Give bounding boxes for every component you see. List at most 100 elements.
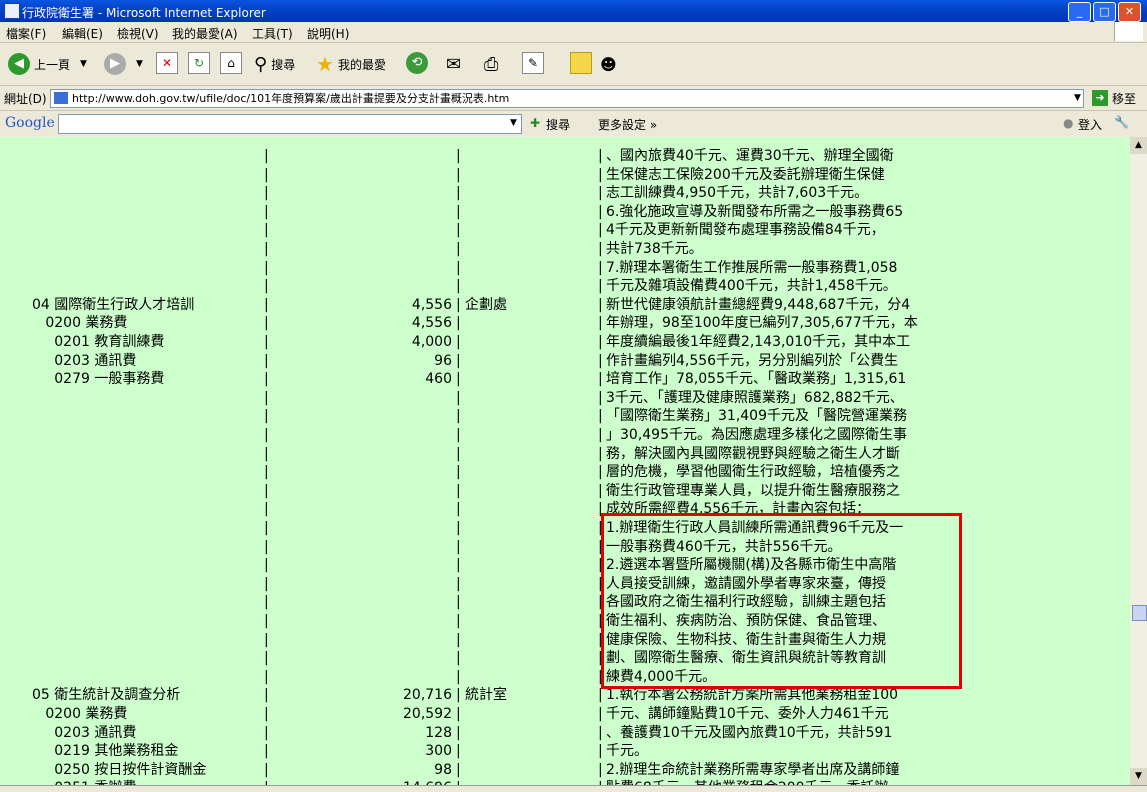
amount-cell: 98 (434, 761, 452, 778)
column-divider: | (456, 315, 461, 332)
column-divider: | (598, 408, 603, 425)
column-divider: | (264, 148, 269, 164)
address-dropdown-icon[interactable]: ▼ (1074, 93, 1081, 103)
menu-favorites[interactable]: 我的最愛(A) (172, 25, 238, 42)
home-icon[interactable]: ⌂ (220, 52, 242, 74)
column-divider: | (598, 241, 603, 257)
column-divider: | (456, 408, 461, 425)
dropdown-icon[interactable]: ▼ (136, 59, 143, 69)
column-divider: | (264, 241, 269, 257)
column-divider: | (598, 222, 603, 239)
column-divider: | (456, 371, 461, 388)
minimize-button[interactable]: _ (1068, 2, 1091, 22)
scroll-up-icon[interactable]: ▲ (1130, 137, 1147, 154)
google-search-icon: ✚ (530, 116, 541, 130)
description-cell: 千元。 (606, 743, 648, 760)
description-cell: 1.執行本署公務統計方案所需其他業務租金100 (606, 687, 899, 704)
column-divider: | (456, 482, 461, 499)
search-icon: ⚲ (254, 53, 268, 75)
column-divider: | (456, 427, 461, 443)
go-arrow-icon[interactable]: ➜ (1092, 90, 1108, 106)
google-search-button[interactable]: 搜尋 (546, 116, 570, 133)
address-input[interactable]: http://www.doh.gov.tw/ufile/doc/101年度預算案… (50, 89, 1084, 108)
messenger-icon[interactable]: ☻ (600, 52, 617, 76)
table-row: | | | 生保健志工保險200千元及委託辦理衛生保健 (0, 166, 1130, 184)
menu-edit[interactable]: 編輯(E) (62, 25, 103, 42)
column-divider: | (264, 650, 269, 667)
column-divider: | (264, 315, 269, 332)
table-row: 0201 教育訓練費 | 4,000 | | 年度續編最後1年經費2,143,010千元，… (0, 333, 1130, 351)
google-search-input[interactable] (58, 114, 522, 134)
column-divider: | (598, 296, 603, 313)
description-cell: 層的危機，學習他國衛生行政經驗，培植優秀之 (606, 464, 900, 481)
go-button[interactable]: 移至 (1112, 90, 1136, 107)
scroll-thumb[interactable] (1132, 605, 1147, 621)
column-divider: | (598, 185, 603, 202)
column-divider: | (264, 482, 269, 499)
menu-view[interactable]: 檢視(V) (117, 25, 159, 42)
search-button[interactable]: ⚲ 搜尋 (254, 52, 295, 76)
column-divider: | (264, 296, 269, 313)
table-row: 0203 通訊費 | 128 | | 、養護費10千元及國內旅費10千元，共計591 (0, 724, 1130, 742)
column-divider: | (264, 464, 269, 481)
menu-tools[interactable]: 工具(T) (252, 25, 293, 42)
column-divider: | (456, 296, 461, 313)
highlight-box (601, 513, 962, 689)
table-row: 0203 通訊費 | 96 | | 作計畫編列4,556千元，另分別編列於「公費生 (0, 352, 1130, 370)
table-row: 0200 業務費 | 20,592 | | 千元、講師鐘點費10千元、委外人力461千元 (0, 705, 1130, 723)
column-divider: | (264, 408, 269, 425)
refresh-icon[interactable]: ↻ (188, 52, 210, 74)
more-settings-button[interactable]: 更多設定 » (598, 116, 657, 133)
description-cell: 6.強化施政宣導及新聞發布所需之一般事務費65 (606, 203, 904, 220)
description-cell: 3千元、「護理及健康照護業務」682,882千元、 (606, 389, 904, 406)
column-divider: | (456, 352, 461, 369)
scroll-down-icon[interactable]: ▼ (1130, 768, 1147, 785)
description-cell: 培育工作」78,055千元、「醫政業務」1,315,61 (606, 371, 907, 388)
description-cell: 生保健志工保險200千元及委託辦理衛生保健 (606, 166, 885, 183)
column-divider: | (264, 520, 269, 536)
menu-help[interactable]: 說明(H) (307, 25, 349, 42)
column-divider: | (598, 371, 603, 388)
forward-button[interactable]: ▶ ▼ (104, 52, 143, 76)
signin-button[interactable]: 登入 (1078, 116, 1102, 133)
menu-file[interactable]: 檔案(F) (6, 25, 46, 42)
toolbar: ◀ 上一頁 ▼ ▶ ▼ ✕ ↻ ⌂ ⚲ 搜尋 ★ 我的最愛 ⟲ ✉ ⎙ ✎ ☻ (0, 43, 1147, 86)
column-divider: | (456, 650, 461, 667)
column-divider: | (598, 427, 603, 443)
history-icon[interactable]: ⟲ (406, 52, 428, 74)
print-icon[interactable]: ⎙ (484, 52, 498, 76)
address-bar: 網址(D) http://www.doh.gov.tw/ufile/doc/10… (0, 86, 1147, 111)
google-dropdown-icon[interactable]: ▼ (510, 118, 517, 128)
wrench-icon[interactable]: 🔧 (1114, 115, 1129, 129)
favorites-button[interactable]: ★ 我的最愛 (316, 52, 386, 76)
back-button[interactable]: ◀ 上一頁 ▼ (8, 52, 87, 76)
close-button[interactable]: ✕ (1118, 2, 1141, 22)
forward-arrow-icon: ▶ (104, 53, 126, 75)
notes-icon[interactable] (570, 52, 592, 74)
description-cell: 」30,495千元。為因應處理多樣化之國際衛生事 (606, 427, 907, 443)
window-title: 行政院衛生署 - Microsoft Internet Explorer (22, 6, 266, 20)
column-divider: | (264, 668, 269, 685)
column-divider: | (456, 278, 461, 295)
maximize-button[interactable]: □ (1093, 2, 1116, 22)
stop-icon[interactable]: ✕ (156, 52, 178, 74)
column-divider: | (456, 557, 461, 574)
column-divider: | (456, 203, 461, 220)
mail-icon[interactable]: ✉ (446, 52, 461, 76)
table-row: | | | 、國內旅費40千元、運費30千元、辦理全國衛 (0, 147, 1130, 165)
column-divider: | (264, 594, 269, 611)
edit-icon[interactable]: ✎ (522, 52, 544, 74)
column-divider: | (456, 687, 461, 704)
column-divider: | (264, 352, 269, 369)
vertical-scrollbar[interactable]: ▲ ▼ (1130, 137, 1147, 785)
column-divider: | (264, 259, 269, 276)
description-cell: 務，解決國內具國際觀視野與經驗之衛生人才斷 (606, 445, 900, 462)
column-divider: | (264, 185, 269, 202)
column-divider: | (598, 278, 603, 295)
item-name-cell: 0250 按日按件計資酬金 (32, 761, 207, 778)
table-row: 0250 按日按件計資酬金 | 98 | | 2.辦理生命統計業務所需專家學者出席及講師鐘 (0, 761, 1130, 779)
dropdown-icon[interactable]: ▼ (80, 59, 87, 69)
page-icon (54, 92, 68, 104)
amount-cell: 4,000 (411, 334, 452, 350)
column-divider: | (456, 166, 461, 183)
